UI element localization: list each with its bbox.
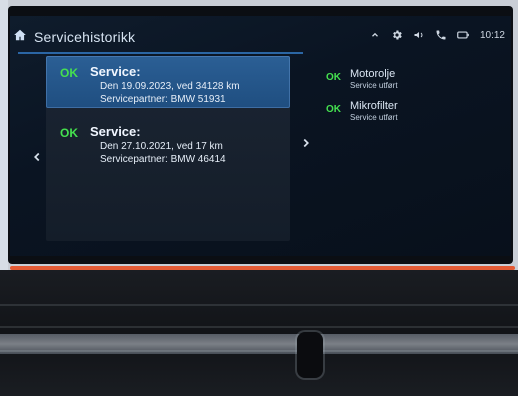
- infotainment-screen: Servicehistorikk 10:12 OK Service: Den 1…: [10, 16, 511, 256]
- list-item-title: Service:: [90, 124, 141, 139]
- volume-icon[interactable]: [412, 28, 426, 42]
- status-badge: OK: [60, 126, 78, 140]
- service-item-subtitle: Service utført: [350, 81, 398, 90]
- list-item[interactable]: OK Service: Den 27.10.2021, ved 17 km Se…: [46, 116, 290, 168]
- chevron-right-icon[interactable]: [299, 136, 313, 150]
- list-item-line2: Servicepartner: BMW 46414: [100, 154, 226, 165]
- chevron-up-icon[interactable]: [368, 28, 382, 42]
- photo-frame: Servicehistorikk 10:12 OK Service: Den 1…: [0, 0, 518, 396]
- vent-slat: [0, 350, 518, 352]
- vent-slat: [0, 326, 518, 328]
- page-title: Servicehistorikk: [34, 29, 136, 45]
- list-item-line1: Den 19.09.2023, ved 34128 km: [100, 81, 240, 92]
- chevron-left-icon[interactable]: [30, 150, 44, 164]
- dashboard-vent-area: [0, 270, 518, 396]
- service-items-panel: OK Motorolje Service utført OK Mikrofilt…: [318, 56, 508, 256]
- list-item-selected[interactable]: OK Service: Den 19.09.2023, ved 34128 km…: [46, 56, 290, 108]
- status-badge: OK: [326, 72, 341, 83]
- status-time: 10:12: [479, 29, 505, 41]
- service-item-title: Motorolje: [350, 68, 396, 80]
- vent-slat: [0, 304, 518, 306]
- service-item-title: Mikrofilter: [350, 100, 398, 112]
- display-bezel: Servicehistorikk 10:12 OK Service: Den 1…: [8, 6, 513, 264]
- list-item-line2: Servicepartner: BMW 51931: [100, 94, 226, 105]
- status-bar: Servicehistorikk 10:12: [10, 24, 511, 54]
- service-item[interactable]: OK Mikrofilter Service utført: [318, 98, 508, 128]
- list-item-title: Service:: [90, 64, 141, 79]
- service-item[interactable]: OK Motorolje Service utført: [318, 66, 508, 96]
- title-underline: [18, 52, 303, 54]
- service-history-list: OK Service: Den 19.09.2023, ved 34128 km…: [46, 56, 290, 241]
- settings-icon[interactable]: [390, 28, 404, 42]
- battery-icon: [456, 28, 470, 42]
- service-item-subtitle: Service utført: [350, 113, 398, 122]
- home-icon[interactable]: [12, 27, 28, 43]
- list-item: Service: Den 19.09.2023, ved 34128 km Se…: [46, 56, 290, 108]
- vent-adjuster: [297, 332, 323, 378]
- status-icons: 10:12: [368, 28, 505, 42]
- phone-icon[interactable]: [434, 28, 448, 42]
- status-badge: OK: [326, 104, 341, 115]
- list-item-line1: Den 27.10.2021, ved 17 km: [100, 141, 223, 152]
